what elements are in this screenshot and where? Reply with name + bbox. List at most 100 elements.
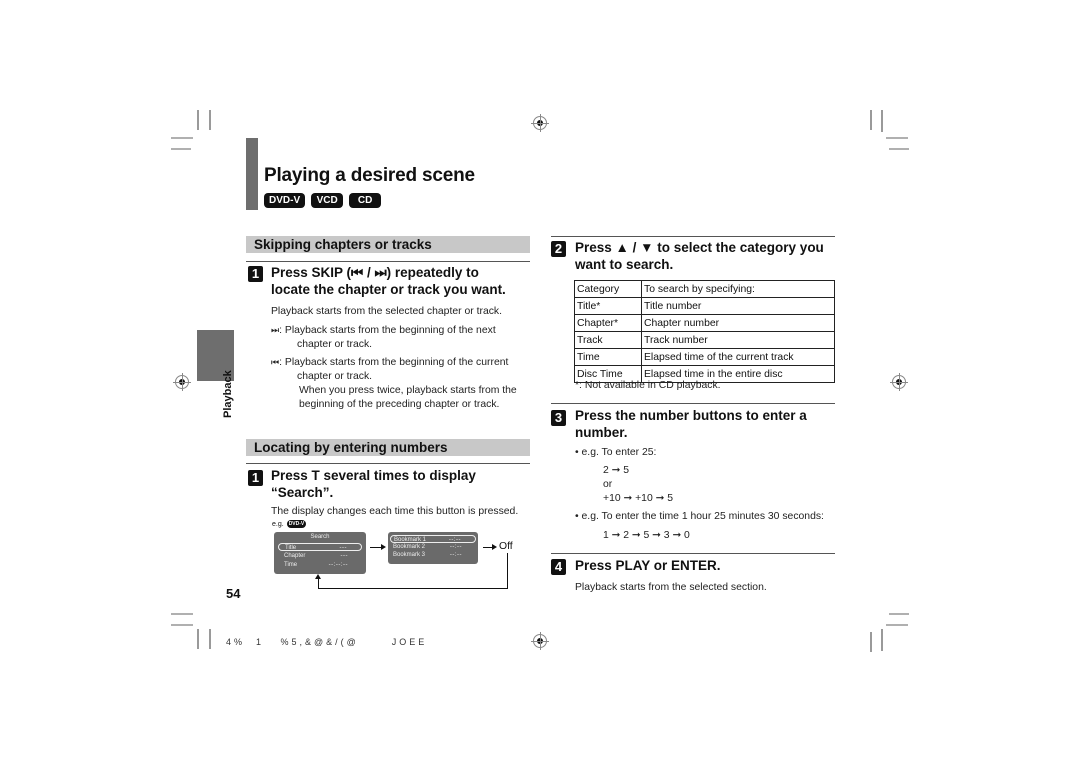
step-number: 3 xyxy=(551,410,566,426)
registration-mark-icon xyxy=(531,632,549,650)
crop-mark xyxy=(209,110,211,130)
divider xyxy=(551,236,835,237)
step-title: Press T several times to display “Search… xyxy=(271,467,476,501)
osd-row-value: --- xyxy=(339,545,347,551)
osd-row-value: --:--:-- xyxy=(328,562,348,568)
note-text: When you press twice, playback starts fr… xyxy=(299,385,517,396)
step-description: Playback starts from the selected chapte… xyxy=(271,306,502,317)
crop-mark xyxy=(889,613,909,615)
step-number: 1 xyxy=(248,470,263,486)
crop-mark xyxy=(870,110,872,130)
skip-prev-icon: ⏮ xyxy=(271,357,280,367)
step-title-line: Press ▲ / ▼ to select the category you xyxy=(575,240,824,255)
osd-row-label: Bookmark 3 xyxy=(393,552,426,558)
off-label: Off xyxy=(499,541,513,552)
osd-row-value: --:-- xyxy=(449,552,462,558)
step-number: 1 xyxy=(248,266,263,282)
note-text: : Playback starts from the beginning of … xyxy=(279,357,509,368)
badge-dvd-v: DVD-V xyxy=(286,520,307,528)
step-description: The display changes each time this butto… xyxy=(271,506,519,517)
note-text: : Playback starts from the beginning of … xyxy=(279,325,496,336)
registration-mark-icon xyxy=(531,114,549,132)
arrow-up-icon xyxy=(315,574,321,579)
crop-mark xyxy=(886,137,908,139)
osd-row-bookmark: Bookmark 3 --:-- xyxy=(390,551,476,559)
section-header-locating: Locating by entering numbers xyxy=(246,439,530,456)
page-number: 54 xyxy=(226,586,241,601)
crop-mark xyxy=(886,624,908,626)
sequence-line: +10 ➞ +10 ➞ 5 xyxy=(603,493,673,504)
arrow-head-icon xyxy=(381,544,386,550)
osd-row-label: Chapter xyxy=(284,553,306,559)
crop-mark xyxy=(881,110,883,132)
example-text: • e.g. To enter 25: xyxy=(575,447,657,458)
crop-mark xyxy=(197,110,199,130)
step-title-line: Press T several times to display xyxy=(271,468,476,483)
sequence-line: or xyxy=(603,479,613,490)
skip-prev-note: ⏮: Playback starts from the beginning of… xyxy=(271,355,508,384)
table-cell: Track xyxy=(574,331,642,349)
registration-mark-icon xyxy=(890,373,908,391)
osd-row-chapter: Chapter --- xyxy=(278,552,362,560)
crop-mark xyxy=(171,148,191,150)
category-table: Category To search by specifying: Title*… xyxy=(574,280,835,383)
table-row: Chapter* Chapter number xyxy=(574,314,835,332)
table-header-row: Category To search by specifying: xyxy=(574,280,835,298)
table-cell: Chapter number xyxy=(641,314,835,332)
side-tab-label: Playback xyxy=(222,370,234,418)
osd-row-value: --:-- xyxy=(449,544,462,550)
sequence-line: 2 ➞ 5 xyxy=(603,465,630,476)
badge-cd: CD xyxy=(349,193,382,208)
crop-mark xyxy=(881,629,883,651)
table-footnote: *: Not available in CD playback. xyxy=(575,380,721,391)
divider xyxy=(246,261,530,262)
press-twice-note: When you press twice, playback starts fr… xyxy=(299,384,517,412)
osd-row-value: --- xyxy=(340,553,348,559)
loop-arrow-line xyxy=(318,588,508,589)
badge-vcd: VCD xyxy=(311,193,344,208)
note-text: beginning of the preceding chapter or tr… xyxy=(299,399,500,410)
example-sequence: 1 ➞ 2 ➞ 5 ➞ 3 ➞ 0 xyxy=(603,530,690,541)
osd-title: Search xyxy=(310,534,330,540)
divider xyxy=(246,463,530,464)
step-title-line: Press SKIP (⏮ / ⏭) repeatedly to xyxy=(271,265,479,280)
osd-row-time: Time --:--:-- xyxy=(278,561,362,569)
example-text: • e.g. To enter the time 1 hour 25 minut… xyxy=(575,511,824,522)
note-text: chapter or track. xyxy=(297,339,373,350)
eg-text: e.g. xyxy=(272,520,284,528)
crop-mark xyxy=(209,629,211,649)
badge-dvd-v: DVD-V xyxy=(264,193,306,208)
step-number: 4 xyxy=(551,559,566,575)
disc-format-badges: DVD-V VCD CD xyxy=(264,193,382,208)
table-cell: Title* xyxy=(574,297,642,315)
table-cell: Chapter* xyxy=(574,314,642,332)
table-header-cell: To search by specifying: xyxy=(641,280,835,298)
table-row: Title* Title number xyxy=(574,297,835,315)
step-title: Press PLAY or ENTER. xyxy=(575,558,721,573)
step-title-line: Press the number buttons to enter a xyxy=(575,408,807,423)
section-header-skipping: Skipping chapters or tracks xyxy=(246,236,530,253)
step-title: Press the number buttons to enter a numb… xyxy=(575,407,807,441)
crop-mark xyxy=(889,148,909,150)
step-title-line: want to search. xyxy=(575,257,674,272)
osd-row-bookmark: Bookmark 2 --:-- xyxy=(390,543,476,551)
step-title: Press ▲ / ▼ to select the category you w… xyxy=(575,239,824,273)
crop-mark xyxy=(197,629,199,649)
skip-next-icon: ⏭ xyxy=(271,325,280,335)
page-title: Playing a desired scene xyxy=(264,165,475,186)
note-text: chapter or track. xyxy=(297,371,373,382)
table-cell: Time xyxy=(574,348,642,366)
step-title: Press SKIP (⏮ / ⏭) repeatedly to locate … xyxy=(271,264,506,298)
table-cell: Title number xyxy=(641,297,835,315)
loop-arrow-line xyxy=(318,578,319,589)
example-label: e.g. DVD-V xyxy=(272,520,307,528)
step-description: Playback starts from the selected sectio… xyxy=(575,582,767,593)
step-number: 2 xyxy=(551,241,566,257)
table-row: Track Track number xyxy=(574,331,835,349)
table-row: Time Elapsed time of the current track xyxy=(574,348,835,366)
osd-row-bookmark: Bookmark 1 --:-- xyxy=(390,535,476,543)
footer-print-code: 4% 1 %5,&@&/(@ JOEE xyxy=(226,637,428,647)
arrow-head-icon xyxy=(492,544,497,550)
osd-row-label: Title xyxy=(285,545,297,551)
step-title-line: locate the chapter or track you want. xyxy=(271,282,506,297)
